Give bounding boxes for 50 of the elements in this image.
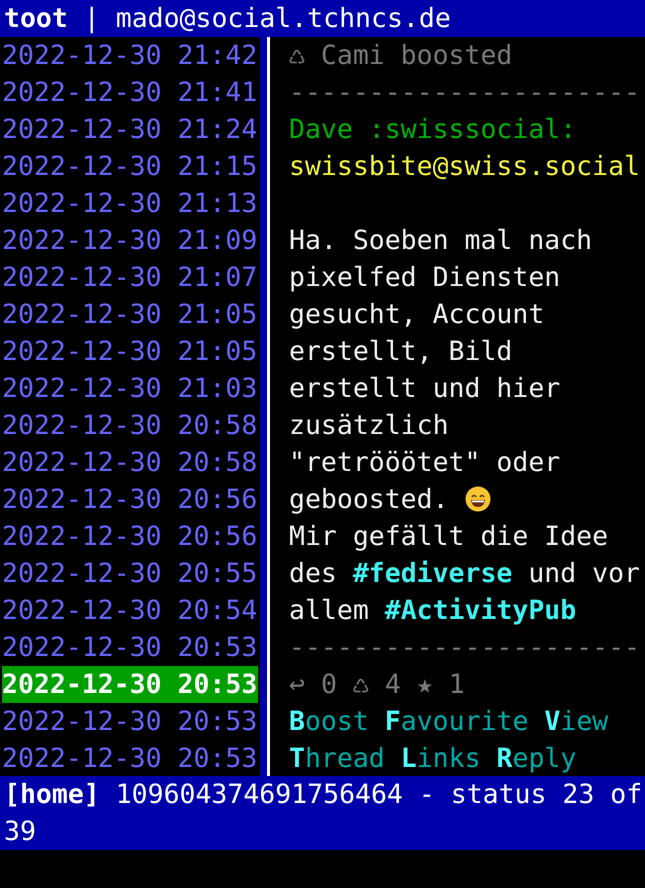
timeline-item[interactable]: 2022-12-30 21:05 <box>2 333 258 370</box>
timeline-item[interactable]: 2022-12-30 20:55 <box>2 555 258 592</box>
divider-text: ---------------------- <box>289 76 641 110</box>
divider-text: ---------------------- <box>289 631 641 665</box>
timeline-item[interactable]: 2022-12-30 20:54 <box>2 592 258 629</box>
action-link[interactable]: View <box>544 703 608 740</box>
timeline-item[interactable]: 2022-12-30 20:53 <box>2 666 258 703</box>
post-text-line: "retrööötet" oder <box>289 446 562 480</box>
timeline-item[interactable]: 2022-12-30 21:42 <box>2 37 258 74</box>
post-text-line: geboosted. <box>289 481 645 518</box>
action-link[interactable]: Boost <box>289 703 369 740</box>
author-name: Dave :swisssocial: <box>289 113 578 147</box>
app-name: toot <box>4 3 68 34</box>
post-text-line: allem #ActivityPub <box>289 594 578 628</box>
action-link[interactable]: Thread <box>289 740 385 777</box>
timeline-item[interactable]: 2022-12-30 21:24 <box>2 111 258 148</box>
action-link[interactable]: Favourite <box>384 703 528 740</box>
stat-count: ★ 1 <box>416 668 465 702</box>
timeline-item[interactable]: 2022-12-30 20:58 <box>2 407 258 444</box>
action-link[interactable]: Reply <box>496 740 576 777</box>
post-text-line: erstellt und hier <box>289 372 562 406</box>
grinning-emoji-icon <box>464 486 491 512</box>
author-handle: swissbite@swiss.social <box>289 150 641 184</box>
timeline-item[interactable]: 2022-12-30 21:07 <box>2 259 258 296</box>
title-separator: | <box>84 3 100 34</box>
timeline-item[interactable]: 2022-12-30 20:53 <box>2 629 258 666</box>
post-text-line: Mir gefällt die Idee <box>289 520 610 554</box>
boosted-by-text: ♺ Cami boosted <box>289 39 514 73</box>
timeline-item[interactable]: 2022-12-30 21:13 <box>2 185 258 222</box>
timeline-item[interactable]: 2022-12-30 21:15 <box>2 148 258 185</box>
action-link[interactable]: Links <box>400 740 481 777</box>
post-text-line: pixelfed Diensten <box>289 261 562 295</box>
stat-count: ♺ 4 <box>352 668 401 702</box>
timeline-item[interactable]: 2022-12-30 21:41 <box>2 74 258 111</box>
post-text-line: erstellt, Bild <box>289 335 514 369</box>
timeline-item[interactable]: 2022-12-30 20:56 <box>2 518 258 555</box>
post-text-line: des #fediverse und vor <box>289 557 642 591</box>
timeline-item[interactable]: 2022-12-30 20:58 <box>2 444 258 481</box>
post-text-line: zusätzlich <box>289 409 450 443</box>
timeline-item[interactable]: 2022-12-30 21:09 <box>2 222 258 259</box>
timeline-item[interactable]: 2022-12-30 20:53 <box>2 703 258 740</box>
timeline-item[interactable]: 2022-12-30 21:05 <box>2 296 258 333</box>
status-text: [home] 109604374691756464 - status 23 of 39 <box>4 779 642 847</box>
timeline-item[interactable]: 2022-12-30 21:03 <box>2 370 258 407</box>
timeline-item[interactable]: 2022-12-30 20:53 <box>2 740 258 777</box>
account-name: mado@social.tchncs.de <box>116 3 451 34</box>
post-text-line: Ha. Soeben mal nach <box>289 224 594 258</box>
post-text-line: gesucht, Account <box>289 298 546 332</box>
stat-count: ↩ 0 <box>289 668 337 702</box>
timeline-item[interactable]: 2022-12-30 20:56 <box>2 481 258 518</box>
